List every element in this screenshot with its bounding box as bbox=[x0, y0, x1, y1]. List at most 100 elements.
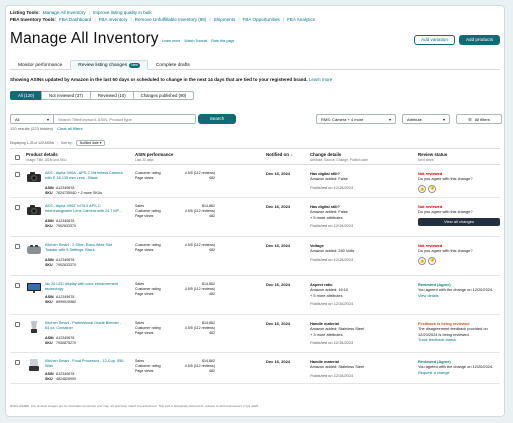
fba-tool-link[interactable]: Shipments bbox=[214, 17, 236, 23]
product-image[interactable] bbox=[26, 204, 42, 218]
description-text: Showing ASINs updated by Amazon in the l… bbox=[10, 77, 308, 82]
perf-metric-value: 482 bbox=[209, 247, 215, 252]
sku-label: SKU bbox=[45, 223, 53, 228]
thumbs-down-icon[interactable]: 👎 bbox=[428, 256, 436, 265]
clear-filters-link[interactable]: Clear all filters bbox=[57, 126, 82, 131]
row-checkbox[interactable] bbox=[15, 172, 20, 177]
change-details: Handle material Amazon added: Stainless S… bbox=[310, 321, 410, 345]
product-title-link[interactable]: Kitchen Smart - Food Processor - 12-Cup,… bbox=[45, 359, 125, 368]
add-products-button[interactable]: Add products bbox=[459, 35, 500, 45]
product-title-link[interactable]: AKS - Alpha X90A - APS-C Mirrorless Came… bbox=[45, 171, 125, 180]
row-checkbox[interactable] bbox=[15, 360, 20, 365]
chevron-down-icon: ▾ bbox=[46, 116, 49, 122]
category-filter-select[interactable]: RMS: Camera + 4 more ▾ bbox=[316, 114, 396, 124]
col-notified[interactable]: Notified on ↓ bbox=[266, 152, 292, 158]
product-image[interactable] bbox=[26, 282, 42, 296]
change-line: Amazon added: 240 Volts bbox=[310, 248, 355, 254]
fba-tool-link[interactable]: FBA Opportunities bbox=[243, 17, 280, 23]
review-status: Feedback is being reviewed The disagreeme… bbox=[418, 321, 500, 342]
table-row: AKS - Alpha X90A - APS-C Mirrorless Came… bbox=[10, 165, 500, 198]
perf-metric-label: Page views bbox=[135, 247, 154, 252]
fba-tools-label: FBA Inventory Tools: bbox=[10, 16, 56, 22]
fba-tool-link[interactable]: FBA Analytics bbox=[287, 17, 315, 23]
thumbs-up-icon[interactable]: 👍 bbox=[418, 184, 426, 193]
product-ids: ASIN A12345678 SKU 7902633370 bbox=[45, 219, 76, 228]
col-status: Review status Next steps bbox=[418, 152, 447, 162]
review-status: Reviewed (Agree) You agreed with the chan… bbox=[418, 282, 500, 298]
tab-monitor-performance[interactable]: Monitor performance bbox=[10, 60, 70, 70]
notified-date: Dec 16, 2024 bbox=[266, 321, 291, 326]
row-checkbox[interactable] bbox=[15, 205, 20, 210]
notified-date: Dec 16, 2024 bbox=[266, 204, 291, 209]
thumbs-up-icon[interactable]: 👍 bbox=[418, 256, 426, 265]
sku-value[interactable]: 7930875270 bbox=[56, 341, 76, 345]
listing-tool-link[interactable]: Improve listing quality in bulk bbox=[93, 10, 152, 16]
status-action-link[interactable]: Track feedback status bbox=[418, 337, 500, 342]
fba-tool-link[interactable]: FBA Dashboard bbox=[59, 17, 91, 23]
product-title-link[interactable]: AKS - Alpha X90Z 'α7013 APS-C Interchang… bbox=[45, 204, 125, 213]
title-links: Learn more Watch Tutorial Rate this page bbox=[162, 39, 234, 43]
listing-tool-link[interactable]: Manage All Inventory bbox=[43, 10, 86, 16]
filter-all[interactable]: All (120) bbox=[10, 91, 43, 100]
search-input[interactable] bbox=[54, 114, 196, 124]
sku-value[interactable]: 4824826990 bbox=[56, 377, 76, 381]
asin-value: A12345678 bbox=[56, 336, 75, 340]
fba-tool-link[interactable]: Remove Unfulfillable Inventory (88) bbox=[135, 17, 207, 23]
product-ids: ASIN A12345678 SKU 7902633370 bbox=[45, 258, 76, 267]
learn-more-link[interactable]: Learn more bbox=[162, 39, 180, 43]
all-filters-button[interactable]: ☰ All filters bbox=[456, 114, 502, 124]
product-title-link[interactable]: Idc 26 LED display with color enhancemen… bbox=[45, 282, 125, 291]
sku-value[interactable]: 7902633370 bbox=[56, 263, 76, 267]
product-image[interactable] bbox=[26, 358, 42, 373]
separator: | bbox=[209, 16, 211, 22]
fba-tool-link[interactable]: FBA Inventory bbox=[99, 17, 128, 23]
tab-bar: Monitor performance Review listing chang… bbox=[10, 60, 500, 70]
search-button[interactable]: Search bbox=[198, 114, 236, 124]
product-image[interactable] bbox=[26, 243, 42, 257]
sku-value[interactable]: 8999025580 bbox=[56, 300, 76, 304]
description-learn-more-link[interactable]: Learn more bbox=[309, 77, 333, 82]
status-action-link[interactable]: View details bbox=[418, 293, 500, 298]
sku-label: SKU bbox=[45, 299, 53, 304]
filter-not-reviewed[interactable]: Not reviewed (37) bbox=[41, 91, 91, 100]
filter-changes-published[interactable]: Changes published (90) bbox=[132, 91, 195, 100]
change-details: Voltage Amazon added: 240 Volts Published … bbox=[310, 243, 410, 262]
perf-metric-label: Page views bbox=[135, 175, 154, 180]
status-filter-group: All (120) Not reviewed (37) Reviewed (10… bbox=[10, 91, 195, 100]
sort-select[interactable]: Notified date ▾ bbox=[75, 140, 106, 146]
product-title-link[interactable]: Kitchen Smart - Professional Grade Blend… bbox=[45, 321, 125, 330]
sku-label: SKU bbox=[45, 340, 53, 345]
sku-value[interactable]: 7902633370 bbox=[56, 224, 76, 228]
monitor-icon bbox=[26, 282, 42, 296]
change-line: Amazon added: Stainless Steel bbox=[310, 364, 365, 370]
search-scope-select[interactable]: All ▾ bbox=[10, 114, 54, 124]
perf-metric-value: 482 bbox=[209, 330, 215, 335]
changes-table: Product details Image, Title, ASIN and S… bbox=[10, 148, 500, 384]
asin-value: A12345678 bbox=[56, 186, 75, 190]
new-badge: New bbox=[129, 63, 140, 68]
view-all-changes-button[interactable]: View all changes bbox=[418, 217, 500, 226]
tab-complete-drafts[interactable]: Complete drafts bbox=[148, 60, 198, 70]
row-checkbox[interactable] bbox=[15, 244, 20, 249]
row-checkbox[interactable] bbox=[15, 283, 20, 288]
tab-review-listing-changes[interactable]: Review listing changes New bbox=[70, 60, 148, 70]
page-header: Manage All Inventory Learn more Watch Tu… bbox=[10, 25, 500, 51]
thumbs-down-icon[interactable]: 👎 bbox=[428, 184, 436, 193]
sku-value[interactable]: 762473504D + 2 more SKUs bbox=[56, 191, 102, 195]
product-image[interactable] bbox=[26, 171, 42, 185]
select-all-checkbox[interactable] bbox=[15, 155, 20, 160]
all-filters-label: All filters bbox=[474, 116, 490, 122]
product-title-link[interactable]: Kitchen Smart - 2 Slice, Extra-Wide Slot… bbox=[45, 243, 125, 252]
perf-metric: Page views 482 bbox=[135, 369, 215, 374]
product-image[interactable] bbox=[26, 320, 42, 335]
add-variation-button[interactable]: Add variation bbox=[414, 35, 455, 45]
status-action-link[interactable]: Request a change bbox=[418, 370, 500, 375]
attribute-filter-select[interactable]: Attribute ▾ bbox=[402, 114, 450, 124]
row-checkbox[interactable] bbox=[15, 322, 20, 327]
col-performance-sub: Last 30 days bbox=[135, 157, 154, 162]
watch-tutorial-link[interactable]: Watch Tutorial bbox=[184, 39, 207, 43]
rate-page-link[interactable]: Rate this page bbox=[211, 39, 234, 43]
perf-metric-label: Page views bbox=[135, 368, 154, 373]
published-date: Published on 12/16/2024 bbox=[310, 222, 354, 228]
filter-reviewed[interactable]: Reviewed (10) bbox=[89, 91, 134, 100]
